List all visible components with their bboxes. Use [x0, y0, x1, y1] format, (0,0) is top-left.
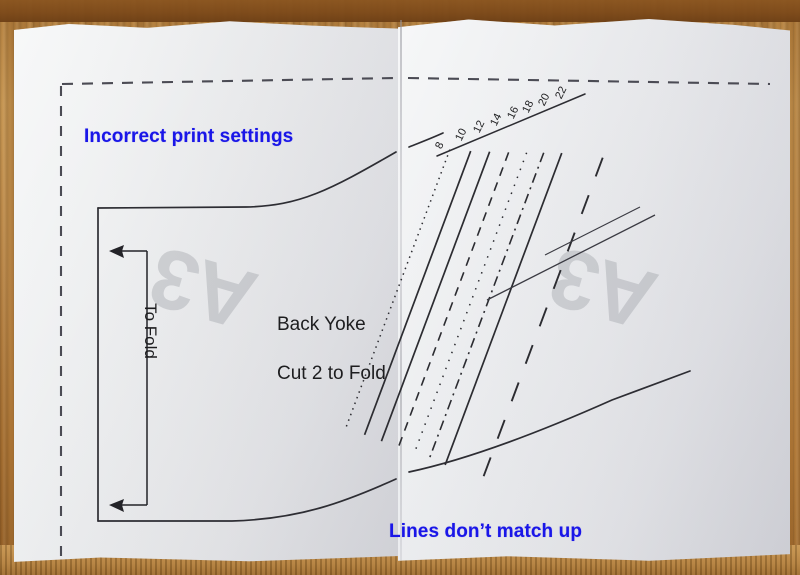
pattern-cut-instruction: Cut 2 to Fold — [277, 363, 386, 384]
arrow-head-bottom — [109, 499, 124, 512]
pattern-drawing-layer — [59, 76, 771, 566]
size-ladder-top-edge — [436, 93, 586, 157]
pattern-piece-name: Back Yoke — [277, 314, 366, 335]
screenshot-root: A3 A3 Incorrect print settings Lines don… — [0, 0, 800, 575]
annotation-lines-dont-match-up: Lines don’t match up — [389, 521, 583, 542]
size-line-16 — [413, 152, 528, 454]
cut-line-bottom-right — [408, 370, 691, 473]
grainline-lower — [544, 206, 641, 256]
grainline-upper — [486, 214, 656, 301]
cut-line-top-left — [97, 151, 397, 209]
trim-line-top — [61, 76, 771, 86]
size-line-20 — [444, 152, 563, 466]
arrow-head-top — [109, 245, 124, 258]
size-line-18 — [428, 152, 545, 460]
size-line-10 — [363, 150, 472, 436]
pattern-fold-label: To Fold — [141, 303, 160, 359]
size-line-group — [345, 149, 604, 480]
size-line-8 — [345, 149, 451, 429]
to-fold-bracket — [118, 250, 148, 506]
cut-line-bottom-left — [97, 478, 397, 522]
annotation-incorrect-print-settings: Incorrect print settings — [84, 126, 294, 147]
